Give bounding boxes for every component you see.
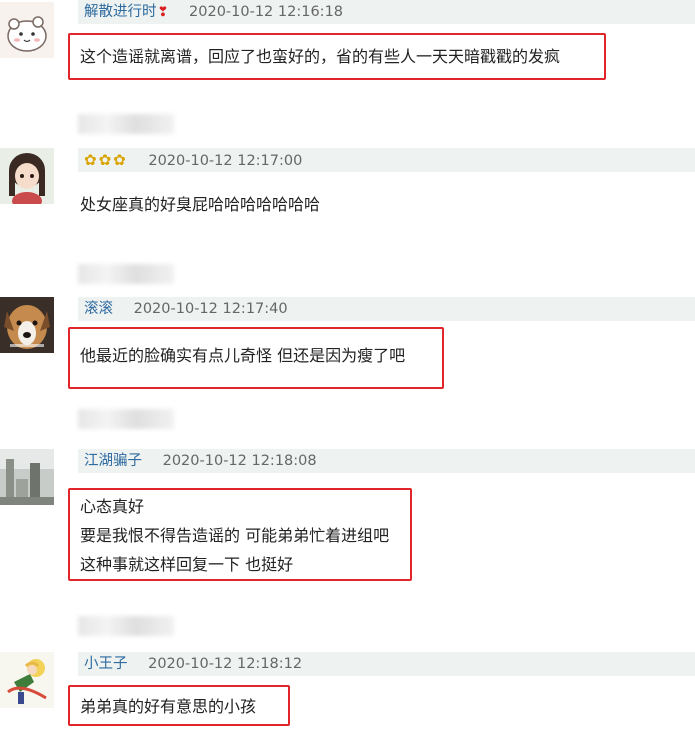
comment-meta: ✿ ✿ ✿ 2020-10-12 12:17:00: [78, 148, 695, 172]
heart-icon: ❣: [157, 5, 169, 20]
timestamp: 2020-10-12 12:17:40: [133, 301, 288, 317]
username-link[interactable]: 解散进行时: [84, 4, 157, 20]
comment-text: 弟弟真的好有意思的小孩: [80, 692, 256, 721]
comment-meta: 江湖骗子 2020-10-12 12:18:08: [78, 449, 695, 473]
comment-line: 他最近的脸确实有点儿奇怪 但还是因为瘦了吧: [80, 346, 406, 365]
comment-text: 这个造谣就离谱，回应了也蛮好的，省的有些人一天天暗戳戳的发疯: [80, 42, 560, 71]
timestamp: 2020-10-12 12:18:08: [162, 453, 317, 469]
comment-meta: 解散进行时❣ 2020-10-12 12:16:18: [78, 0, 695, 24]
comment-line: 要是我恨不得告造谣的 可能弟弟忙着进组吧: [80, 526, 390, 545]
comment-text: 处女座真的好臭屁哈哈哈哈哈哈哈: [80, 190, 320, 219]
blurred-reply: [78, 409, 174, 429]
comment-line: 心态真好: [80, 497, 145, 516]
comment-item: ✿ ✿ ✿ 2020-10-12 12:17:00 处女座真的好臭屁哈哈哈哈哈哈哈: [0, 148, 695, 288]
comment-meta: 小王子 2020-10-12 12:18:12: [78, 652, 695, 676]
comment-item: 江湖骗子 2020-10-12 12:18:08 心态真好 要是我恨不得告造谣的…: [0, 449, 695, 639]
comment-item: 小王子 2020-10-12 12:18:12 弟弟真的好有意思的小孩: [0, 652, 695, 738]
avatar[interactable]: [0, 148, 54, 204]
avatar[interactable]: [0, 449, 54, 505]
timestamp: 2020-10-12 12:17:00: [148, 153, 303, 169]
comment-line: 弟弟真的好有意思的小孩: [80, 697, 257, 716]
blurred-reply: [78, 114, 174, 134]
blurred-reply: [78, 616, 174, 636]
username-link[interactable]: 小王子: [84, 656, 128, 672]
comment-line: 这个造谣就离谱，回应了也蛮好的，省的有些人一天天暗戳戳的发疯: [80, 47, 561, 66]
sunflower-icon: ✿: [84, 151, 97, 169]
avatar[interactable]: [0, 297, 54, 353]
comment-line: 处女座真的好臭屁哈哈哈哈哈哈哈: [80, 195, 321, 214]
avatar[interactable]: [0, 2, 54, 58]
blurred-reply: [78, 264, 174, 284]
comment-item: 滚滚 2020-10-12 12:17:40 他最近的脸确实有点儿奇怪 但还是因…: [0, 297, 695, 437]
comment-line: 这种事就这样回复一下 也挺好: [80, 555, 294, 574]
username-link[interactable]: 滚滚: [84, 301, 113, 317]
username-link[interactable]: 江湖骗子: [84, 453, 142, 469]
comment-meta: 滚滚 2020-10-12 12:17:40: [78, 297, 695, 321]
timestamp: 2020-10-12 12:18:12: [148, 656, 303, 672]
comment-item: 解散进行时❣ 2020-10-12 12:16:18 这个造谣就离谱，回应了也蛮…: [0, 0, 695, 140]
comment-text: 他最近的脸确实有点儿奇怪 但还是因为瘦了吧: [80, 341, 405, 370]
sunflower-icon: ✿: [113, 151, 126, 169]
comment-text: 心态真好 要是我恨不得告造谣的 可能弟弟忙着进组吧 这种事就这样回复一下 也挺好: [80, 492, 389, 579]
avatar[interactable]: [0, 652, 54, 708]
sunflower-icon: ✿: [98, 151, 112, 169]
timestamp: 2020-10-12 12:16:18: [189, 4, 344, 20]
